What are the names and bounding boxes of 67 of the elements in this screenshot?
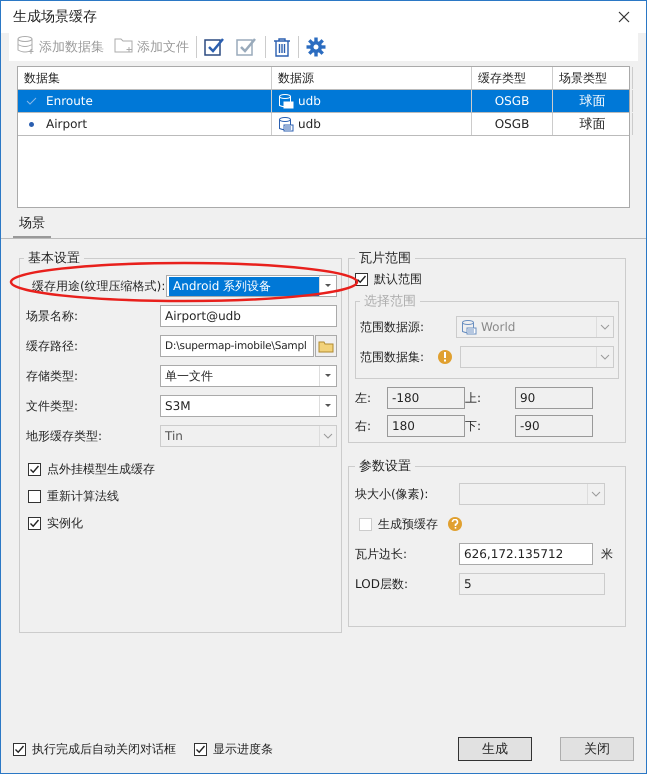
table-row[interactable]: Airport udb OSGB 球面 xyxy=(18,113,629,136)
group-title: 瓦片范围 xyxy=(358,250,412,267)
input-field[interactable]: 626,172.135712 xyxy=(459,543,593,565)
tab[interactable]: 场景 xyxy=(13,214,51,238)
checkbox-label: 生成预缓存 xyxy=(378,516,438,532)
dropdown[interactable]: 单一文件 xyxy=(160,365,337,387)
dropdown[interactable]: S3M xyxy=(160,395,337,417)
field-label: 瓦片边长: xyxy=(355,546,408,562)
column-header[interactable]: 缓存类型 xyxy=(472,67,553,89)
input-field[interactable]: -90 xyxy=(515,415,593,437)
database-icon xyxy=(278,93,294,109)
dialog-button[interactable]: 生成 xyxy=(458,737,532,761)
input-field[interactable]: Airport@udb xyxy=(160,305,337,327)
group-title: 基本设置 xyxy=(27,250,81,267)
field-label: 左: xyxy=(355,390,372,406)
field-label: 缓存用途(纹理压缩格式): xyxy=(32,278,166,294)
checkbox[interactable] xyxy=(28,490,41,503)
field-label: 块大小(像素): xyxy=(355,486,430,502)
input-field[interactable]: -180 xyxy=(387,387,465,409)
checkbox-label: 默认范围 xyxy=(374,271,422,288)
input-field[interactable]: 90 xyxy=(515,387,593,409)
table-cell: Airport xyxy=(46,117,88,131)
checkbox-label: 执行完成后自动关闭对话框 xyxy=(32,740,176,758)
table-cell: OSGB xyxy=(472,90,553,112)
field-label: 范围数据集: xyxy=(360,348,426,366)
check-icon xyxy=(24,96,38,106)
folder-button[interactable] xyxy=(315,335,337,357)
field-label: 下: xyxy=(465,418,482,434)
table-cell: 球面 xyxy=(553,90,633,112)
checkbox-label: 点外挂模型生成缓存 xyxy=(47,461,155,478)
checkbox[interactable] xyxy=(13,742,26,756)
group-title: 参数设置 xyxy=(358,458,412,475)
checkbox[interactable] xyxy=(28,463,41,476)
table-cell: Enroute xyxy=(46,94,93,108)
field-label: 地形缓存类型: xyxy=(26,428,104,444)
checkbox-label: 显示进度条 xyxy=(213,740,273,758)
field-label: 上: xyxy=(465,390,482,406)
table-cell: udb xyxy=(298,117,321,131)
checkbox-label: 重新计算法线 xyxy=(47,488,119,505)
input-field[interactable]: 5 xyxy=(459,573,605,595)
field-label: 右: xyxy=(355,418,372,434)
folder-icon xyxy=(318,340,334,352)
checkbox-label: 实例化 xyxy=(47,515,83,532)
column-header[interactable]: 数据集 xyxy=(18,67,272,89)
dropdown[interactable]: Android 系列设备 xyxy=(166,275,337,297)
field-label: 场景名称: xyxy=(26,308,80,324)
database-icon xyxy=(278,116,294,132)
input-field[interactable]: 180 xyxy=(387,415,465,437)
database-icon xyxy=(461,319,477,335)
field-label: 缓存路径: xyxy=(26,338,80,354)
warning-icon xyxy=(438,350,452,364)
field-label: 文件类型: xyxy=(26,398,80,414)
window-title: 生成场景缓存 xyxy=(13,8,97,26)
input-field[interactable]: D:\supermap-imobile\Sampl xyxy=(160,335,314,357)
unit-label: 米 xyxy=(601,546,613,562)
field-label: 存储类型: xyxy=(26,368,80,384)
table-cell: udb xyxy=(298,94,321,108)
table-cell: OSGB xyxy=(472,113,553,135)
table-cell: 球面 xyxy=(553,113,633,135)
group-title: 选择范围 xyxy=(363,293,417,310)
field-label: 范围数据源: xyxy=(360,318,426,336)
checkbox[interactable] xyxy=(194,742,207,756)
column-header[interactable]: 数据源 xyxy=(272,67,472,89)
field-label: LOD层数: xyxy=(355,576,409,592)
checkbox[interactable] xyxy=(28,517,41,530)
column-header[interactable]: 场景类型 xyxy=(553,67,633,89)
dialog-button[interactable]: 关闭 xyxy=(560,737,634,761)
